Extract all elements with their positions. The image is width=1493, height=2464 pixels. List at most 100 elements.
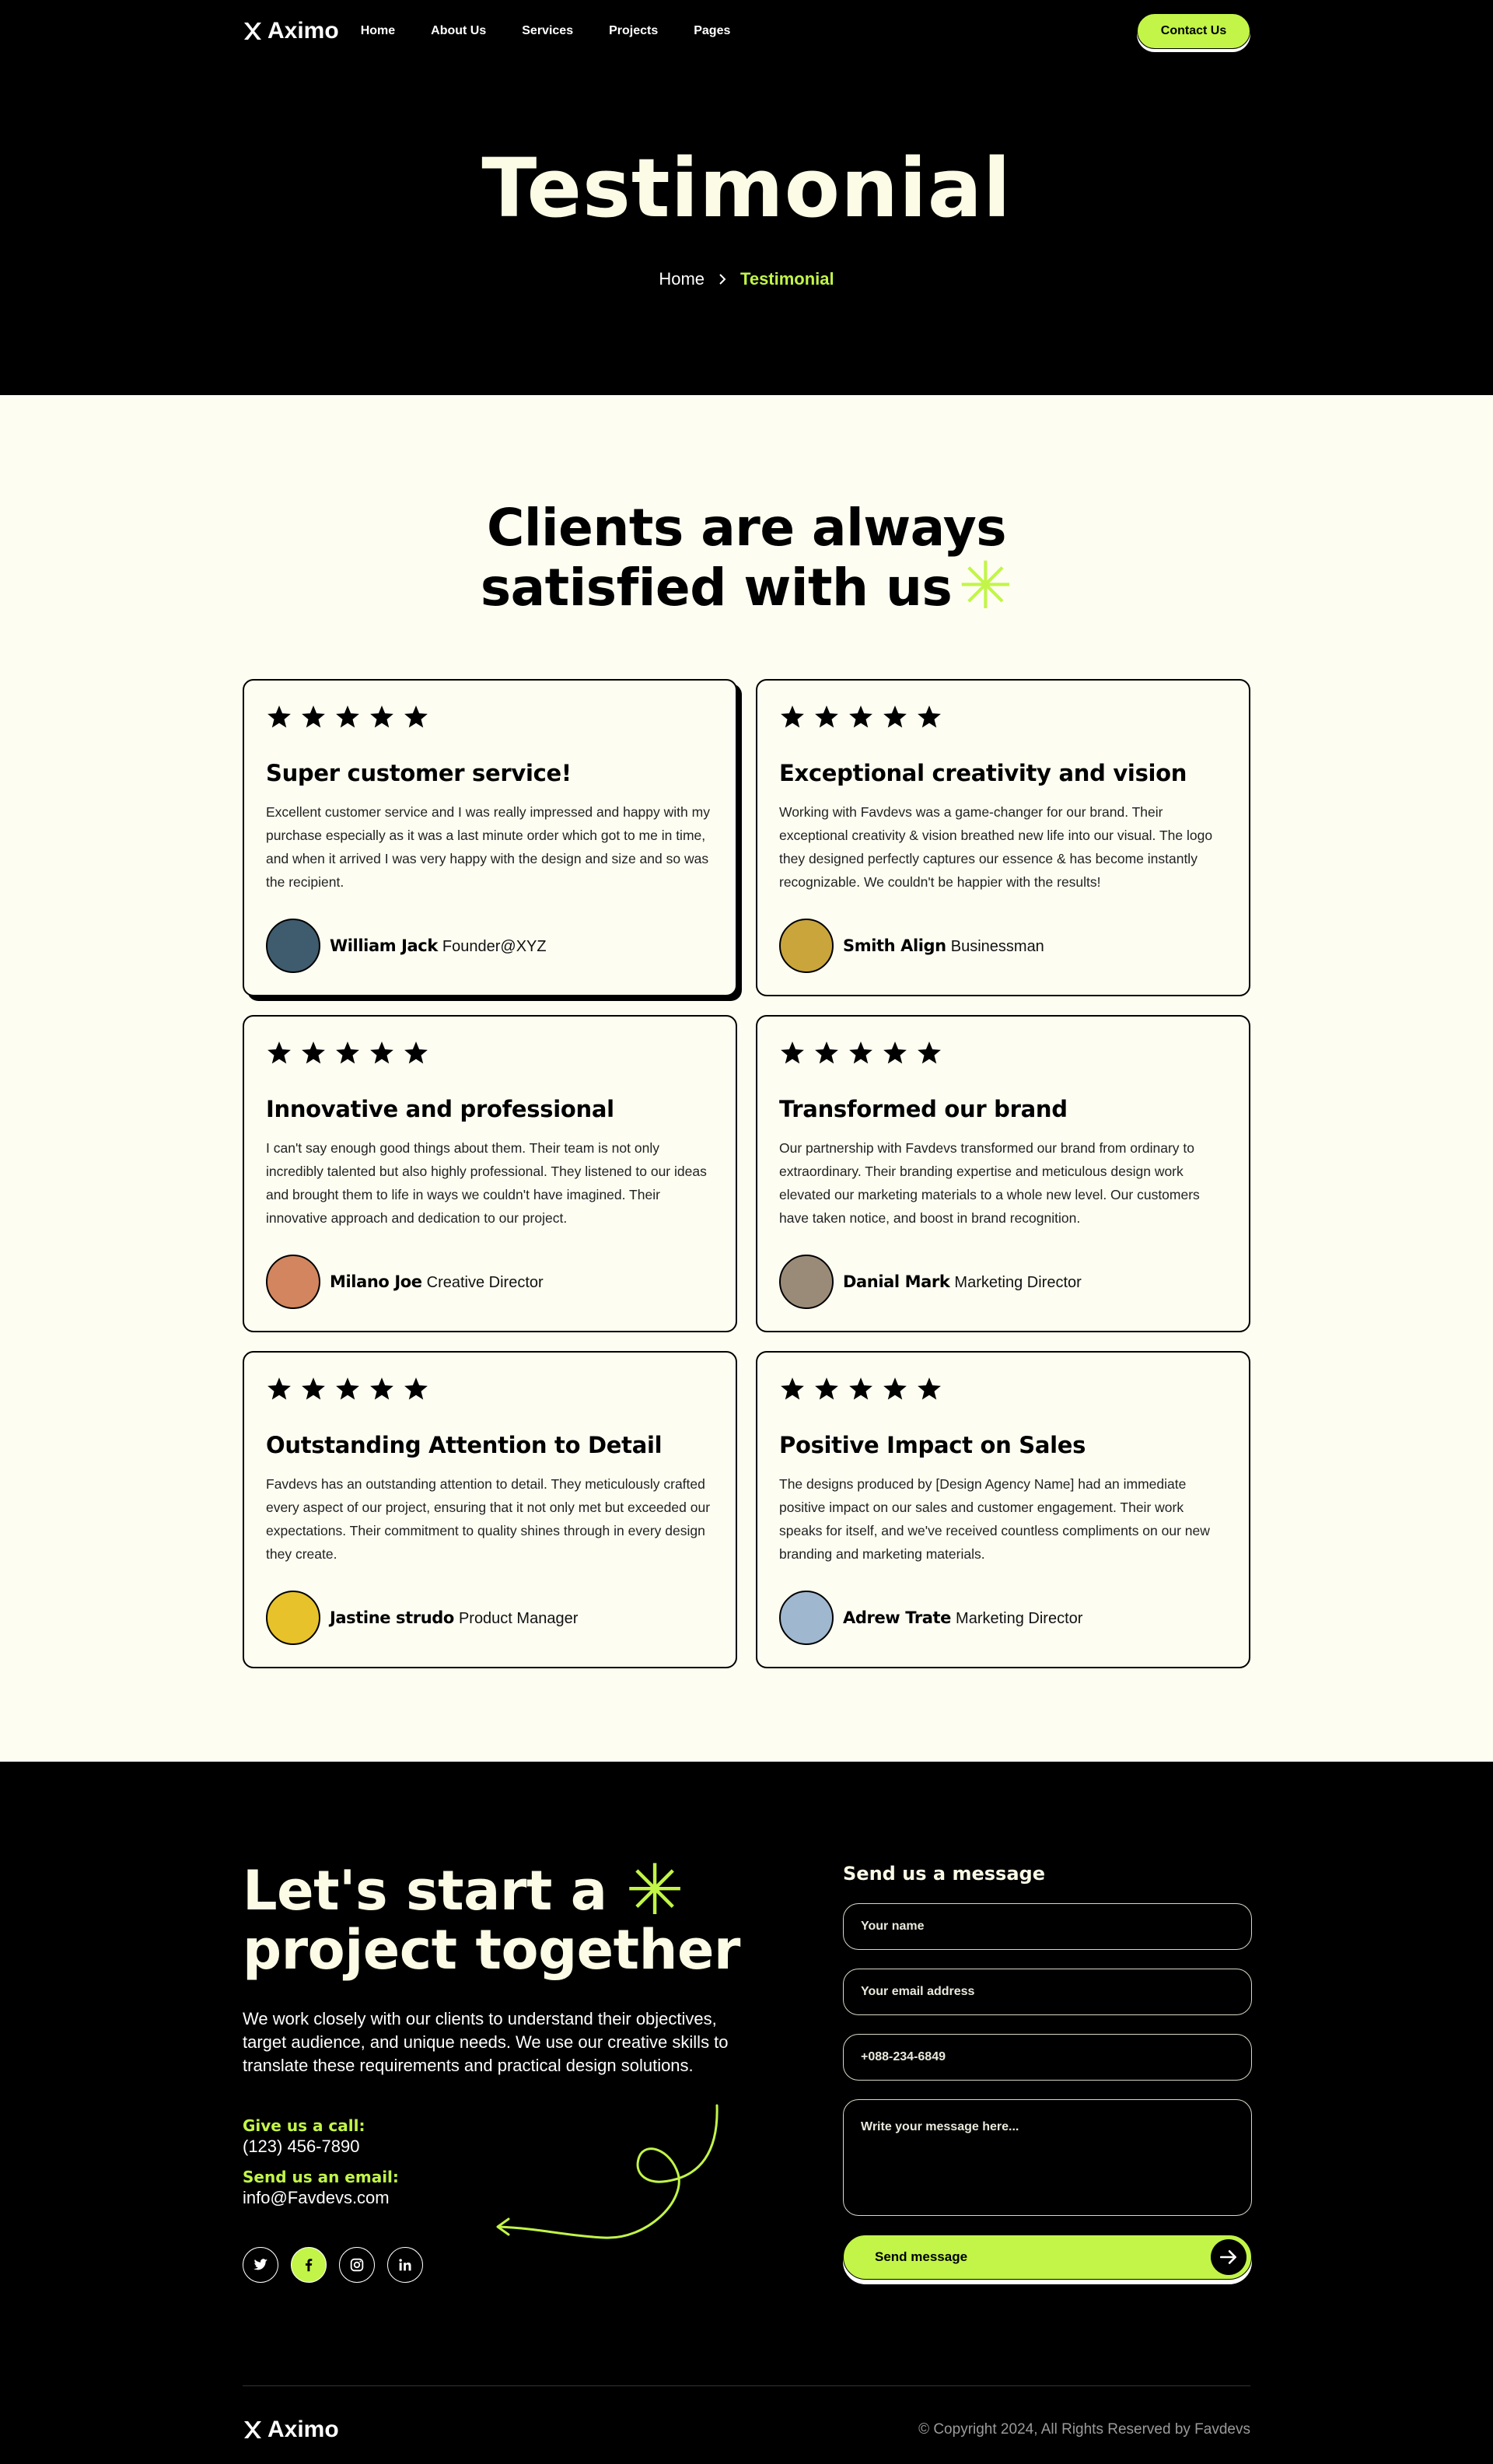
- chevron-right-icon: [719, 274, 726, 285]
- footer-brand-logo[interactable]: Aximo: [243, 2417, 339, 2443]
- star-icon: [267, 705, 291, 728]
- star-icon: [883, 1377, 907, 1400]
- facebook-icon[interactable]: [291, 2247, 327, 2283]
- nav-item-pages[interactable]: Pages: [694, 24, 730, 38]
- star-icon: [336, 1041, 359, 1064]
- author-name: Milano Joe: [330, 1272, 422, 1291]
- nav-item-about[interactable]: About Us: [431, 24, 486, 38]
- breadcrumb-home[interactable]: Home: [659, 269, 705, 289]
- testimonial-card: Exceptional creativity and vision Workin…: [756, 679, 1250, 996]
- footer-brand-name: Aximo: [267, 2417, 339, 2442]
- author-name: William Jack: [330, 936, 438, 955]
- testimonial-card: Super customer service! Excellent custom…: [243, 679, 737, 996]
- testimonials-section: Clients are always satisfied with us✳ Su…: [0, 395, 1493, 1762]
- star-icon: [815, 705, 838, 728]
- testimonial-title: Innovative and professional: [266, 1096, 614, 1122]
- testimonial-author: Adrew Trate Marketing Director: [779, 1591, 1082, 1645]
- nav-item-projects[interactable]: Projects: [609, 24, 658, 38]
- rating-stars: [266, 1038, 714, 1068]
- avatar: [266, 919, 320, 973]
- star-icon: [370, 705, 393, 728]
- brand-logo[interactable]: Aximo: [243, 18, 339, 44]
- star-icon: [302, 1041, 325, 1064]
- page-title: Testimonial: [481, 141, 1012, 236]
- testimonial-author: Danial Mark Marketing Director: [779, 1255, 1082, 1309]
- star-icon: [918, 1041, 941, 1064]
- testimonial-text: The designs produced by [Design Agency N…: [779, 1476, 1210, 1562]
- star-icon: [267, 1041, 291, 1064]
- send-message-label: Send message: [875, 2249, 968, 2264]
- asterisk-icon: ✳: [958, 548, 1013, 624]
- star-icon: [336, 705, 359, 728]
- star-icon: [849, 1377, 872, 1400]
- testimonial-title: Outstanding Attention to Detail: [266, 1432, 663, 1458]
- star-icon: [302, 705, 325, 728]
- footer-divider: [243, 2385, 1250, 2386]
- contact-us-button[interactable]: Contact Us: [1137, 13, 1250, 49]
- send-message-button[interactable]: Send message: [843, 2235, 1252, 2280]
- avatar: [266, 1591, 320, 1645]
- nav-item-home[interactable]: Home: [361, 24, 395, 38]
- social-links: [243, 2247, 748, 2283]
- email-field[interactable]: Your email address: [843, 1969, 1252, 2015]
- phone-field[interactable]: +088-234-6849: [843, 2034, 1252, 2081]
- cta-title: Let's start a ✳ project together: [243, 1856, 748, 1982]
- linkedin-icon[interactable]: [387, 2247, 423, 2283]
- star-icon: [404, 705, 428, 728]
- star-icon: [302, 1377, 325, 1400]
- section-title-line1: Clients are always: [486, 498, 1007, 558]
- copyright-text: © Copyright 2024, All Rights Reserved by…: [918, 2421, 1250, 2438]
- star-icon: [404, 1377, 428, 1400]
- testimonial-author: Jastine strudo Product Manager: [266, 1591, 578, 1645]
- testimonial-author: William Jack Founder@XYZ: [266, 919, 547, 973]
- author-role: Businessman: [950, 937, 1044, 955]
- testimonial-title: Exceptional creativity and vision: [779, 760, 1187, 786]
- page-footer: Aximo © Copyright 2024, All Rights Reser…: [243, 2417, 1250, 2443]
- rating-stars: [266, 1374, 714, 1404]
- testimonial-text: Excellent customer service and I was rea…: [266, 804, 710, 890]
- testimonial-title: Positive Impact on Sales: [779, 1432, 1086, 1458]
- avatar: [779, 1255, 834, 1309]
- contact-form: Send us a message Your name Your email a…: [843, 1863, 1252, 2280]
- testimonial-author: Smith Align Businessman: [779, 919, 1044, 973]
- cta-title-line1: Let's start a: [243, 1859, 607, 1923]
- testimonial-text: Our partnership with Favdevs transformed…: [779, 1140, 1200, 1226]
- star-icon: [781, 1377, 804, 1400]
- logo-mark-icon: [244, 22, 261, 40]
- breadcrumb: Home Testimonial: [243, 269, 1250, 289]
- instagram-icon[interactable]: [339, 2247, 375, 2283]
- rating-stars: [779, 702, 1227, 732]
- star-icon: [849, 1041, 872, 1064]
- testimonial-grid: Super customer service! Excellent custom…: [243, 679, 1250, 1668]
- name-field[interactable]: Your name: [843, 1903, 1252, 1950]
- arrow-right-icon: [1211, 2239, 1246, 2275]
- cta-description: We work closely with our clients to unde…: [243, 2009, 729, 2075]
- author-role: Marketing Director: [954, 1273, 1082, 1291]
- brand-name: Aximo: [267, 18, 339, 44]
- main-menu: Home About Us Services Projects Pages: [361, 24, 731, 38]
- avatar: [266, 1255, 320, 1309]
- star-icon: [370, 1377, 393, 1400]
- message-field[interactable]: Write your message here...: [843, 2099, 1252, 2216]
- star-icon: [267, 1377, 291, 1400]
- author-name: Jastine strudo: [330, 1608, 454, 1627]
- author-name: Danial Mark: [843, 1272, 950, 1291]
- star-icon: [918, 1377, 941, 1400]
- section-title-line2: satisfied with us: [480, 558, 953, 618]
- twitter-icon[interactable]: [243, 2247, 278, 2283]
- nav-item-services[interactable]: Services: [522, 24, 573, 38]
- cta-title-line2: project together: [243, 1918, 740, 1982]
- testimonial-text: Working with Favdevs was a game-changer …: [779, 804, 1213, 890]
- breadcrumb-current: Testimonial: [740, 269, 834, 289]
- testimonial-card: Outstanding Attention to Detail Favdevs …: [243, 1351, 737, 1668]
- author-role: Marketing Director: [956, 1609, 1083, 1627]
- star-icon: [849, 705, 872, 728]
- star-icon: [781, 1041, 804, 1064]
- testimonial-card: Transformed our brand Our partnership wi…: [756, 1015, 1250, 1332]
- avatar: [779, 919, 834, 973]
- author-name: Smith Align: [843, 936, 946, 955]
- star-icon: [404, 1041, 428, 1064]
- star-icon: [815, 1041, 838, 1064]
- author-role: Product Manager: [458, 1609, 579, 1627]
- testimonial-text: I can't say enough good things about the…: [266, 1140, 707, 1226]
